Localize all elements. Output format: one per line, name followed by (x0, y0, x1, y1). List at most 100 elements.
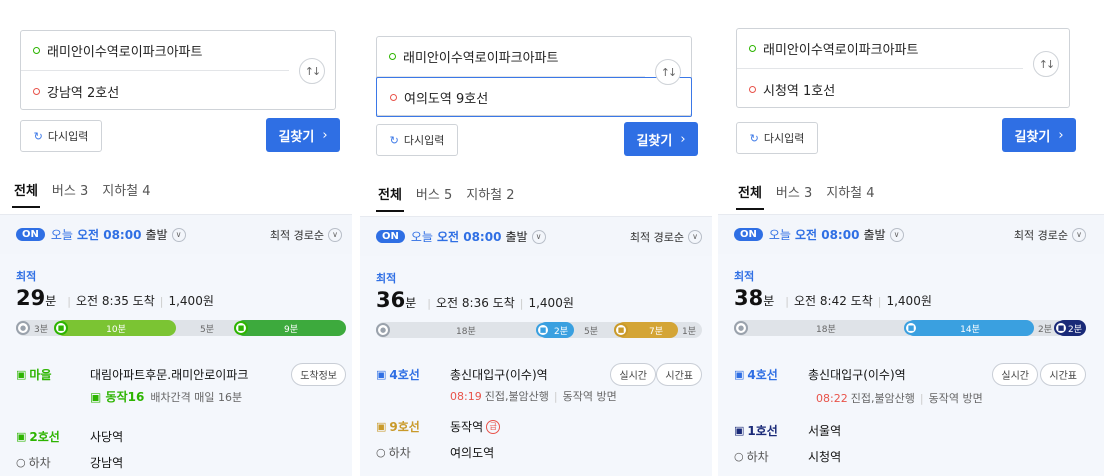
sort-dropdown[interactable]: 최적 경로순 ∨ (630, 229, 702, 245)
divider: | (159, 295, 164, 308)
swap-icon[interactable]: ↑↓ (299, 58, 325, 84)
swap-icon[interactable]: ↑↓ (655, 59, 681, 85)
on-toggle[interactable]: ON (16, 228, 45, 241)
realtime-button[interactable]: 실시간 (992, 363, 1038, 386)
origin-dot-icon (749, 45, 756, 52)
subway-segment: 14분 (906, 320, 1034, 336)
best-label: 최적 (734, 270, 755, 283)
chevron-right-icon: › (1058, 127, 1064, 143)
origin-field[interactable]: 래미안이수역로이파크아파트 (21, 31, 289, 71)
origin-text: 래미안이수역로이파크아파트 (403, 51, 559, 66)
step-station: 동작역 (450, 420, 484, 434)
step-station: 여의도역 (450, 446, 495, 460)
sort-dropdown[interactable]: 최적 경로순 ∨ (270, 227, 342, 243)
duration-value: 36 (376, 288, 406, 312)
destination-field[interactable]: 시청역 1호선 (737, 69, 1023, 109)
route-step: ▣ 4호선 총신대입구(이수)역 실시간 시간표 (734, 363, 1086, 386)
subway-icon: ■ (234, 321, 248, 335)
chevron-down-icon[interactable]: ∨ (171, 227, 186, 242)
destination-text: 강남역 2호선 (47, 85, 120, 101)
search-button[interactable]: 길찾기 › (624, 122, 698, 156)
walk-icon: ● (16, 321, 30, 335)
reset-button[interactable]: ↻ 다시입력 (376, 124, 458, 156)
tab-bus[interactable]: 버스 3 (776, 180, 812, 212)
chevron-down-icon[interactable]: ∨ (531, 229, 546, 244)
bus-route-line: ▣ 동작16 배차간격 매일 16분 (90, 388, 242, 405)
tab-bus[interactable]: 버스 3 (52, 178, 88, 210)
tab-all[interactable]: 전체 (12, 178, 40, 210)
tab-all[interactable]: 전체 (736, 180, 764, 212)
best-label: 최적 (16, 270, 37, 283)
route-result[interactable]: 최적 36 분 | 오전 8:36 도착 | 1,400원 ● 18분 2분 ■… (360, 256, 712, 476)
search-label: 길찾기 (636, 133, 673, 149)
timetable-button[interactable]: 시간표 (656, 363, 702, 386)
route-step: ▣ 마을 대림아파트후문.래미안로이파크 도착정보 (16, 363, 346, 386)
duration-line: 36 분 | 오전 8:36 도착 | 1,400원 (376, 288, 574, 312)
route-result[interactable]: 최적 38 분 | 오전 8:42 도착 | 1,400원 ● 18분 14분 … (718, 254, 1104, 476)
search-button[interactable]: 길찾기 › (1002, 118, 1076, 152)
tab-subway[interactable]: 지하철 4 (102, 178, 150, 210)
subway-segment-time: 7분 (648, 326, 663, 337)
bus-interval: 배차간격 매일 16분 (150, 390, 243, 404)
sort-dropdown[interactable]: 최적 경로순 ∨ (1014, 227, 1086, 243)
bus-segment-time: 10분 (106, 324, 126, 335)
departure-time[interactable]: 오전 08:00 (437, 228, 501, 245)
reset-button[interactable]: ↻ 다시입력 (736, 122, 818, 154)
subway-icon: ■ (614, 323, 628, 337)
walk-time: 2분 (1038, 325, 1053, 335)
origin-text: 래미안이수역로이파크아파트 (763, 43, 919, 58)
subway-icon: ▣ (376, 368, 387, 381)
origin-field[interactable]: 래미안이수역로이파크아파트 (737, 29, 1023, 69)
train-time: 08:22 (816, 391, 848, 405)
subway-segment: 9분 (236, 320, 346, 336)
route-result[interactable]: 최적 29 분 | 오전 8:35 도착 | 1,400원 ● 3분 10분 ■… (0, 254, 352, 476)
route-step: ▣ 1호선 서울역 (734, 422, 841, 439)
chevron-down-icon: ∨ (688, 230, 702, 244)
chevron-down-icon: ∨ (1072, 228, 1086, 242)
on-toggle[interactable]: ON (734, 228, 763, 241)
departure-time[interactable]: 오전 08:00 (795, 226, 859, 243)
stop-dot-icon: ○ (16, 456, 26, 469)
subway-icon: ■ (536, 323, 550, 337)
route-step: ▣ 4호선 총신대입구(이수)역 실시간 시간표 (376, 363, 702, 386)
reset-label: 다시입력 (403, 134, 445, 147)
tab-all[interactable]: 전체 (376, 182, 404, 214)
destination-field[interactable]: 여의도역 9호선 (376, 77, 692, 117)
route-timeline: ● 18분 2분 ■ 5분 7분 ■ 1분 (376, 322, 702, 338)
tab-bus[interactable]: 버스 5 (416, 182, 452, 214)
step-station: 총신대입구(이수)역 (808, 368, 906, 382)
destination-text: 시청역 1호선 (763, 83, 836, 99)
destination-dot-icon (749, 85, 756, 93)
duration-unit: 분 (763, 294, 775, 308)
chevron-down-icon[interactable]: ∨ (889, 227, 904, 242)
today-label: 오늘 (410, 230, 433, 244)
route-input-box: 래미안이수역로이파크아파트 시청역 1호선 ↑↓ (736, 28, 1070, 108)
divider: | (785, 295, 789, 308)
timetable-button[interactable]: 시간표 (1040, 363, 1086, 386)
route-input-box: 래미안이수역로이파크아파트 여의도역 9호선 ↑↓ (376, 36, 692, 117)
fare: 1,400원 (886, 294, 932, 308)
tab-subway[interactable]: 지하철 2 (466, 182, 514, 214)
arrival-info-button[interactable]: 도착정보 (291, 363, 346, 386)
reset-button[interactable]: ↻ 다시입력 (20, 120, 102, 152)
search-button[interactable]: 길찾기 › (266, 118, 340, 152)
on-toggle[interactable]: ON (376, 230, 405, 243)
origin-field[interactable]: 래미안이수역로이파크아파트 (377, 37, 645, 77)
walk-time: 3분 (34, 325, 49, 335)
step-mode: ▣ 4호선 (734, 368, 778, 382)
arrival-time: 오전 8:42 도착 (794, 294, 873, 308)
swap-icon[interactable]: ↑↓ (1033, 51, 1059, 77)
sort-label: 최적 경로순 (269, 229, 324, 242)
step-station: 총신대입구(이수)역 (450, 368, 548, 382)
result-tabs: 전체 버스 3 지하철 4 (736, 180, 875, 216)
destination-field[interactable]: 강남역 2호선 (21, 71, 289, 111)
subway-segment-time: 14분 (960, 324, 980, 335)
step-mode: ▣ 1호선 (734, 424, 778, 438)
realtime-button[interactable]: 실시간 (610, 363, 656, 386)
route-panel-gangnam: 래미안이수역로이파크아파트 강남역 2호선 ↑↓ ↻ 다시입력 길찾기 › 전체… (0, 0, 352, 476)
departure-time[interactable]: 오전 08:00 (77, 226, 141, 243)
step-station: 강남역 (90, 456, 124, 470)
result-tabs: 전체 버스 3 지하철 4 (12, 178, 151, 214)
bus-icon: ▣ (16, 368, 27, 381)
tab-subway[interactable]: 지하철 4 (826, 180, 874, 212)
